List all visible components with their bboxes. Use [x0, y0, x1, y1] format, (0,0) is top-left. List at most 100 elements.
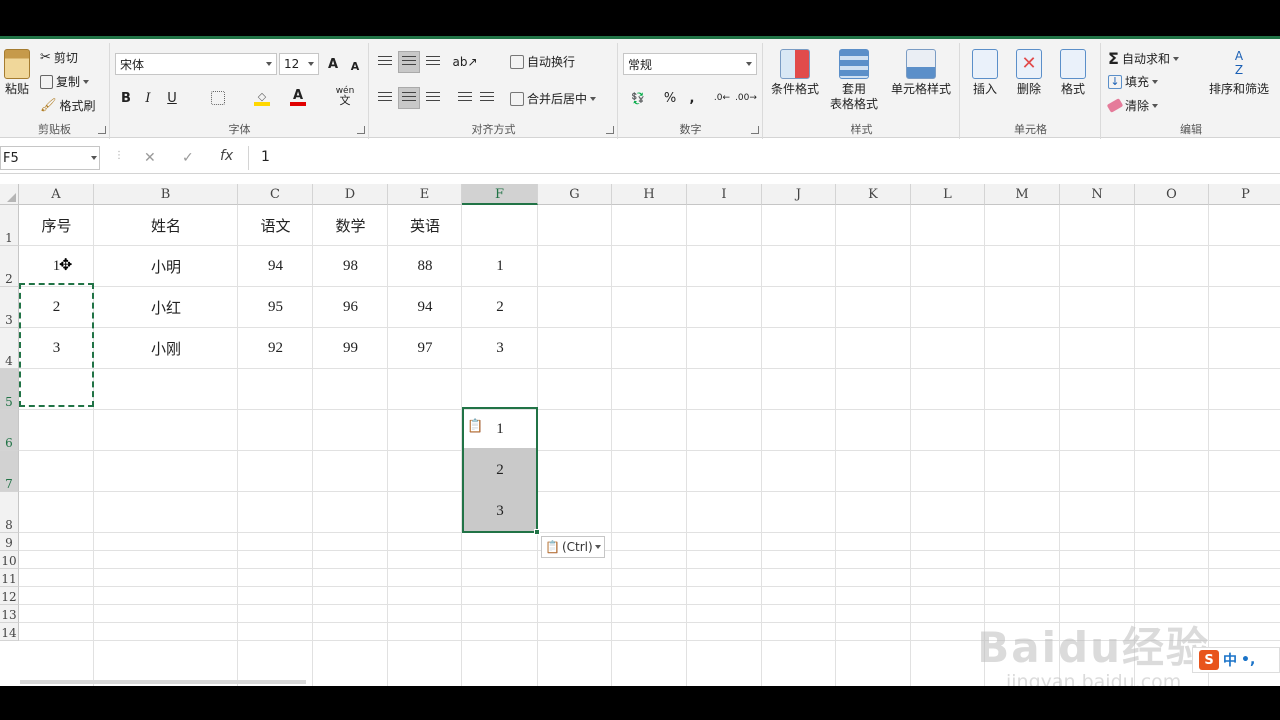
column-header-O[interactable]: O: [1135, 184, 1209, 205]
cell-F2[interactable]: 1: [462, 246, 538, 287]
align-left-button[interactable]: [374, 87, 396, 109]
row-header-1[interactable]: 1: [0, 205, 19, 246]
fill-button[interactable]: ↓ 填充: [1108, 73, 1159, 90]
increase-indent-button[interactable]: [476, 87, 498, 109]
row-header-3[interactable]: 3: [0, 287, 19, 328]
column-header-J[interactable]: J: [762, 184, 836, 205]
cell-A2[interactable]: 1: [19, 246, 94, 287]
column-header-G[interactable]: G: [538, 184, 612, 205]
insert-function-button[interactable]: fx: [220, 148, 233, 164]
number-format-select[interactable]: 常规: [623, 53, 757, 75]
percent-button[interactable]: %: [659, 87, 681, 109]
fill-handle[interactable]: [534, 529, 540, 535]
row-header-13[interactable]: 13: [0, 605, 19, 623]
cell-C2[interactable]: 94: [238, 246, 313, 287]
format-button[interactable]: 格式: [1055, 49, 1091, 97]
horizontal-scrollbar[interactable]: [20, 680, 306, 684]
decrease-indent-button[interactable]: [454, 87, 476, 109]
cell-E3[interactable]: 94: [388, 287, 462, 328]
row-header-12[interactable]: 12: [0, 587, 19, 605]
bold-button[interactable]: B: [115, 87, 137, 109]
column-header-N[interactable]: N: [1060, 184, 1135, 205]
worksheet-grid[interactable]: ABCDEFGHIJKLMNOP 1 2 3 4 5 6 7 8 9 10 11 12 13 14 序号 …: [0, 184, 1280, 686]
row-header-10[interactable]: 10: [0, 551, 19, 569]
cell-E2[interactable]: 88: [388, 246, 462, 287]
font-color-button[interactable]: A: [287, 87, 309, 109]
sort-filter-button[interactable]: AZ 排序和筛选: [1198, 49, 1280, 97]
align-middle-button[interactable]: [398, 51, 420, 73]
column-header-K[interactable]: K: [836, 184, 911, 205]
column-header-F[interactable]: F: [462, 184, 538, 205]
cell-C1[interactable]: 语文: [238, 205, 313, 246]
paste-button[interactable]: 粘贴: [2, 49, 32, 97]
merge-center-button[interactable]: 合并后居中: [510, 90, 597, 107]
shrink-font-button[interactable]: A: [344, 55, 366, 77]
cell-E4[interactable]: 97: [388, 328, 462, 369]
font-size-select[interactable]: 12: [279, 53, 319, 75]
row-header-8[interactable]: 8: [0, 492, 19, 533]
cancel-icon[interactable]: ✕: [144, 150, 156, 166]
accounting-format-button[interactable]: 💱: [623, 87, 653, 109]
column-header-B[interactable]: B: [94, 184, 238, 205]
row-header-9[interactable]: 9: [0, 533, 19, 551]
row-header-6[interactable]: 6: [0, 410, 19, 451]
italic-button[interactable]: I: [137, 87, 159, 109]
row-header-4[interactable]: 4: [0, 328, 19, 369]
formula-input[interactable]: 1: [248, 146, 1280, 170]
align-top-button[interactable]: [374, 51, 396, 73]
row-header-7[interactable]: 7: [0, 451, 19, 492]
cell-D1[interactable]: 数学: [313, 205, 388, 246]
cell-F4[interactable]: 3: [462, 328, 538, 369]
align-right-button[interactable]: [422, 87, 444, 109]
cell-B1[interactable]: 姓名: [94, 205, 238, 246]
cell-C3[interactable]: 95: [238, 287, 313, 328]
copy-button[interactable]: 复制: [40, 73, 90, 90]
format-painter-button[interactable]: 🖌 格式刷: [40, 97, 96, 114]
cell-E1[interactable]: 英语: [388, 205, 462, 246]
row-header-14[interactable]: 14: [0, 623, 19, 641]
align-center-button[interactable]: [398, 87, 420, 109]
autosum-button[interactable]: Σ 自动求和: [1108, 49, 1179, 68]
font-family-select[interactable]: 宋体: [115, 53, 277, 75]
fill-color-button[interactable]: ◇: [251, 87, 273, 109]
enter-icon[interactable]: ✓: [182, 150, 194, 166]
comma-button[interactable]: ,: [681, 87, 703, 109]
cell-styles-button[interactable]: 单元格样式: [888, 49, 954, 97]
column-header-I[interactable]: I: [687, 184, 762, 205]
dialog-launcher-icon[interactable]: [751, 126, 759, 134]
select-all-button[interactable]: [0, 184, 19, 205]
cell-B4[interactable]: 小刚: [94, 328, 238, 369]
cell-D3[interactable]: 96: [313, 287, 388, 328]
wrap-text-button[interactable]: 自动换行: [510, 53, 575, 70]
cell-A1[interactable]: 序号: [19, 205, 94, 246]
column-header-P[interactable]: P: [1209, 184, 1280, 205]
cut-button[interactable]: ✂ 剪切: [40, 49, 78, 66]
dialog-launcher-icon[interactable]: [357, 126, 365, 134]
cell-D4[interactable]: 99: [313, 328, 388, 369]
name-box[interactable]: F5: [0, 146, 100, 170]
ime-toolbar[interactable]: S 中 •,: [1192, 647, 1280, 673]
increase-decimal-button[interactable]: .0←: [711, 87, 733, 109]
decrease-decimal-button[interactable]: .00→: [735, 87, 757, 109]
conditional-format-button[interactable]: 条件格式: [766, 49, 824, 97]
orientation-button[interactable]: ab↗: [452, 51, 477, 73]
underline-button[interactable]: U: [161, 87, 183, 109]
row-header-5[interactable]: 5: [0, 369, 19, 410]
grow-font-button[interactable]: A: [322, 53, 344, 75]
format-as-table-button[interactable]: 套用 表格格式: [826, 49, 882, 112]
column-header-C[interactable]: C: [238, 184, 313, 205]
column-header-L[interactable]: L: [911, 184, 985, 205]
cell-C4[interactable]: 92: [238, 328, 313, 369]
column-header-D[interactable]: D: [313, 184, 388, 205]
cell-F3[interactable]: 2: [462, 287, 538, 328]
cell-B2[interactable]: 小明: [94, 246, 238, 287]
row-header-2[interactable]: 2: [0, 246, 19, 287]
align-bottom-button[interactable]: [422, 51, 444, 73]
insert-button[interactable]: 插入: [967, 49, 1003, 97]
delete-button[interactable]: ✕ 删除: [1011, 49, 1047, 97]
row-header-11[interactable]: 11: [0, 569, 19, 587]
paste-options-button[interactable]: 📋 (Ctrl): [541, 536, 605, 558]
dialog-launcher-icon[interactable]: [606, 126, 614, 134]
column-header-A[interactable]: A: [19, 184, 94, 205]
dialog-launcher-icon[interactable]: [98, 126, 106, 134]
